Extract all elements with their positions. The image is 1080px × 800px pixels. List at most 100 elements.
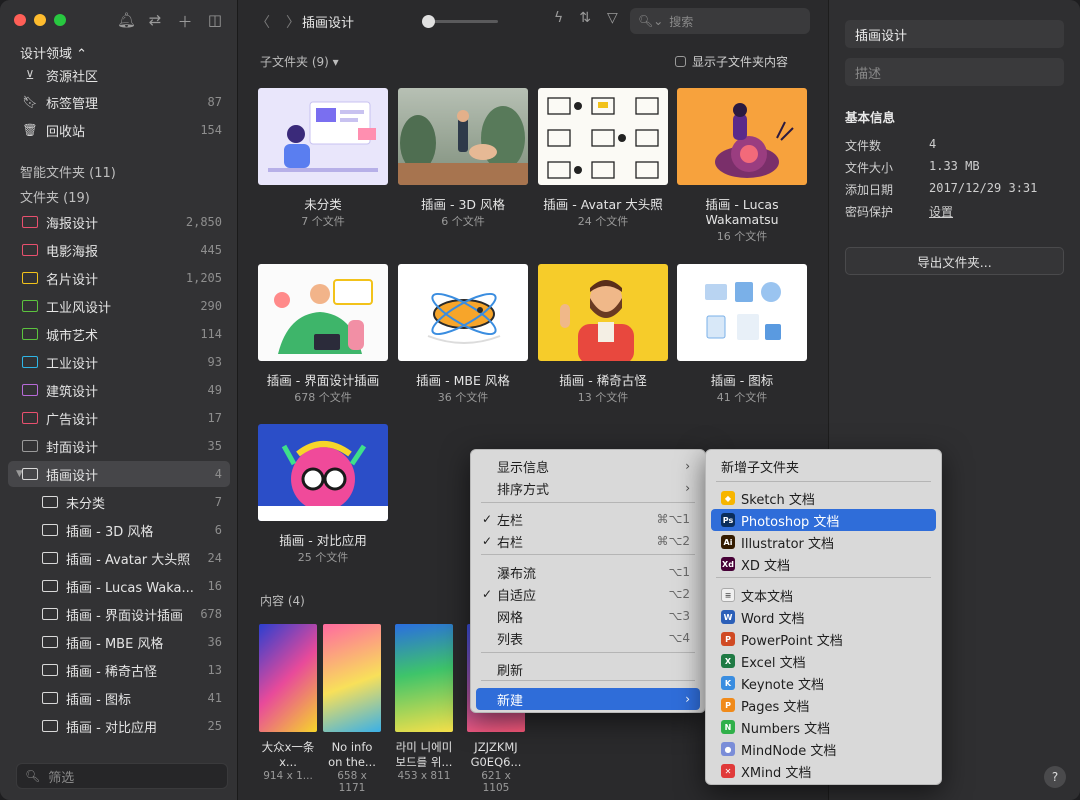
back-icon[interactable]: 〈 bbox=[256, 12, 270, 32]
sidebar-folder-item[interactable]: ▼ 插画设计 4 bbox=[8, 461, 230, 487]
sidebar-subfolder-item[interactable]: 插画 - 图标 41 bbox=[8, 685, 230, 711]
folder-name-field[interactable]: 插画设计 bbox=[845, 20, 1064, 48]
library-switcher[interactable]: 设计领域 ⌃ bbox=[20, 43, 87, 62]
folder-tile[interactable]: 插画 - 对比应用 25 个文件 bbox=[258, 424, 388, 565]
context-menu-item[interactable]: 列表 ⌥4 bbox=[476, 627, 700, 649]
sidebar-folder-item[interactable]: 城市艺术 114 bbox=[8, 321, 230, 347]
content-item[interactable]: 라미 니에미 보드를 위... 453 x 811 bbox=[395, 624, 453, 782]
new-subfolder-item[interactable]: 新增子文件夹 bbox=[711, 455, 936, 477]
folder-tile[interactable]: 插画 - Avatar 大头照 24 个文件 bbox=[538, 88, 668, 229]
smart-folders-header[interactable]: 智能文件夹 (11) bbox=[20, 162, 116, 181]
new-document-item[interactable]: ◆ Sketch 文档 bbox=[711, 487, 936, 509]
xmind-icon: ✕ bbox=[721, 764, 735, 778]
sidebar-folder-item[interactable]: 工业设计 93 bbox=[8, 349, 230, 375]
sidebar-item-label: 电影海报 bbox=[46, 244, 99, 260]
help-button[interactable]: ? bbox=[1044, 766, 1066, 788]
sidebar-subfolder-item[interactable]: 未分类 7 bbox=[8, 489, 230, 515]
context-menu-item[interactable]: ✓ 右栏 ⌘⌥2 bbox=[476, 530, 700, 552]
new-document-item[interactable]: N Numbers 文档 bbox=[711, 716, 936, 738]
folder-tile[interactable]: 插画 - Lucas Wakamatsu 16 个文件 bbox=[677, 88, 807, 244]
folder-tile[interactable]: 插画 - MBE 风格 36 个文件 bbox=[398, 264, 528, 405]
minimize-window-button[interactable] bbox=[34, 14, 46, 26]
description-field[interactable]: 描述 bbox=[845, 58, 1064, 86]
mindnode-icon: ● bbox=[721, 742, 735, 756]
close-window-button[interactable] bbox=[14, 14, 26, 26]
context-menu-item[interactable]: 刷新 bbox=[476, 658, 700, 680]
thumbnail-size-slider[interactable] bbox=[422, 15, 498, 28]
export-folder-button[interactable]: 导出文件夹... bbox=[845, 247, 1064, 275]
new-document-item[interactable]: Xd XD 文档 bbox=[711, 553, 936, 575]
context-menu-item[interactable]: ✓ 左栏 ⌘⌥1 bbox=[476, 508, 700, 530]
folder-tile[interactable]: 插画 - 3D 风格 6 个文件 bbox=[398, 88, 528, 229]
sidebar-item-trash[interactable]: 🗑︎ 回收站 154 bbox=[8, 117, 230, 143]
content-section-label: 内容 (4) bbox=[260, 594, 305, 608]
content-item[interactable]: 大众x一条x... 914 x 1... bbox=[259, 624, 317, 782]
sidebar-subfolder-item[interactable]: 插画 - Avatar 大头照 24 bbox=[8, 545, 230, 571]
show-subfolder-content-checkbox[interactable]: 显示子文件夹内容 bbox=[674, 53, 788, 70]
sidebar-subfolder-item[interactable]: 插画 - MBE 风格 36 bbox=[8, 629, 230, 655]
subfolders-section-label[interactable]: 子文件夹 (9) ▾ bbox=[260, 53, 339, 70]
sidebar-subfolder-item[interactable]: 插画 - 稀奇古怪 13 bbox=[8, 657, 230, 683]
search-input[interactable]: 🔍︎⌄ 搜索 bbox=[630, 8, 810, 34]
folder-tile[interactable]: 插画 - 界面设计插画 678 个文件 bbox=[258, 264, 388, 405]
sidebar-subfolder-item[interactable]: 插画 - Lucas Waka... 16 bbox=[8, 573, 230, 599]
slider-knob[interactable] bbox=[422, 15, 435, 28]
folder-tile[interactable]: 未分类 7 个文件 bbox=[258, 88, 388, 229]
sidebar-toggle-icon[interactable]: ◫ bbox=[207, 11, 223, 32]
new-document-item[interactable]: W Word 文档 bbox=[711, 606, 936, 628]
context-menu-item[interactable]: ✓ 自适应 ⌥2 bbox=[476, 583, 700, 605]
set-password-link[interactable]: 设置 bbox=[929, 203, 953, 220]
new-document-item[interactable]: K Keynote 文档 bbox=[711, 672, 936, 694]
word-icon: W bbox=[721, 610, 735, 624]
new-document-item[interactable]: P Pages 文档 bbox=[711, 694, 936, 716]
sidebar-folder-item[interactable]: 广告设计 17 bbox=[8, 405, 230, 431]
sidebar-item-tags[interactable]: 🔖︎ 标签管理 87 bbox=[8, 89, 230, 115]
bell-icon[interactable]: 🔔︎ bbox=[117, 11, 136, 32]
sidebar-folder-item[interactable]: 建筑设计 49 bbox=[8, 377, 230, 403]
folders-header[interactable]: 文件夹 (19) bbox=[20, 187, 90, 206]
checkbox-box[interactable] bbox=[674, 56, 686, 67]
menu-item-label: Word 文档 bbox=[741, 611, 805, 627]
lightning-icon[interactable]: ϟ bbox=[554, 10, 563, 26]
add-icon[interactable]: ＋ bbox=[177, 11, 193, 32]
filter-input[interactable]: 🔍︎ 筛选 bbox=[16, 763, 228, 789]
sidebar-item-community[interactable]: ⊻ 资源社区 bbox=[8, 62, 230, 88]
sidebar-folder-item[interactable]: 名片设计 1,205 bbox=[8, 265, 230, 291]
context-menu-item[interactable]: 显示信息 › bbox=[476, 455, 700, 477]
sidebar-folder-item[interactable]: 工业风设计 290 bbox=[8, 293, 230, 319]
new-document-item[interactable]: Ps Photoshop 文档 bbox=[711, 509, 936, 531]
forward-icon[interactable]: 〉 bbox=[286, 12, 300, 32]
sidebar-subfolder-item[interactable]: 插画 - 界面设计插画 678 bbox=[8, 601, 230, 627]
sidebar-item-label: 标签管理 bbox=[46, 96, 99, 112]
new-document-item[interactable]: Ai Illustrator 文档 bbox=[711, 531, 936, 553]
info-value: 2017/12/29 3:31 bbox=[929, 181, 1038, 195]
submenu-arrow-icon: › bbox=[685, 459, 690, 473]
sidebar-toolbar: 🔔︎ ⇄ ＋ ◫ bbox=[117, 11, 223, 32]
sidebar-folder-item[interactable]: 海报设计 2,850 bbox=[8, 209, 230, 235]
folder-shape bbox=[22, 244, 38, 256]
tile-count: 41 个文件 bbox=[716, 391, 768, 404]
zoom-window-button[interactable] bbox=[54, 14, 66, 26]
context-menu-item[interactable]: 网格 ⌥3 bbox=[476, 605, 700, 627]
folder-tile[interactable]: 插画 - 图标 41 个文件 bbox=[677, 264, 807, 405]
content-item[interactable]: No info on the... 658 x 1171 bbox=[323, 624, 381, 794]
new-document-item[interactable]: ✕ XMind 文档 bbox=[711, 760, 936, 782]
new-document-item[interactable]: X Excel 文档 bbox=[711, 650, 936, 672]
folder-icon bbox=[22, 215, 38, 229]
sidebar-folder-item[interactable]: 电影海报 445 bbox=[8, 237, 230, 263]
menu-item-label: Illustrator 文档 bbox=[741, 536, 835, 552]
folder-tile[interactable]: 插画 - 稀奇古怪 13 个文件 bbox=[538, 264, 668, 405]
sidebar-subfolder-item[interactable]: 插画 - 3D 风格 6 bbox=[8, 517, 230, 543]
tile-thumbnail bbox=[398, 264, 528, 361]
new-document-item[interactable]: P PowerPoint 文档 bbox=[711, 628, 936, 650]
context-menu-item[interactable]: 瀑布流 ⌥1 bbox=[476, 561, 700, 583]
sort-icon[interactable]: ⇅ bbox=[579, 10, 591, 26]
filter-icon[interactable]: ▽ bbox=[607, 10, 618, 26]
context-menu-item[interactable]: 排序方式 › bbox=[476, 477, 700, 499]
new-document-item[interactable]: ≡ 文本文档 bbox=[711, 584, 936, 606]
shuffle-icon[interactable]: ⇄ bbox=[147, 11, 163, 32]
context-menu-item[interactable]: 新建 › bbox=[476, 688, 700, 710]
sidebar-folder-item[interactable]: 封面设计 35 bbox=[8, 433, 230, 459]
new-document-item[interactable]: ● MindNode 文档 bbox=[711, 738, 936, 760]
sidebar-subfolder-item[interactable]: 插画 - 对比应用 25 bbox=[8, 713, 230, 739]
